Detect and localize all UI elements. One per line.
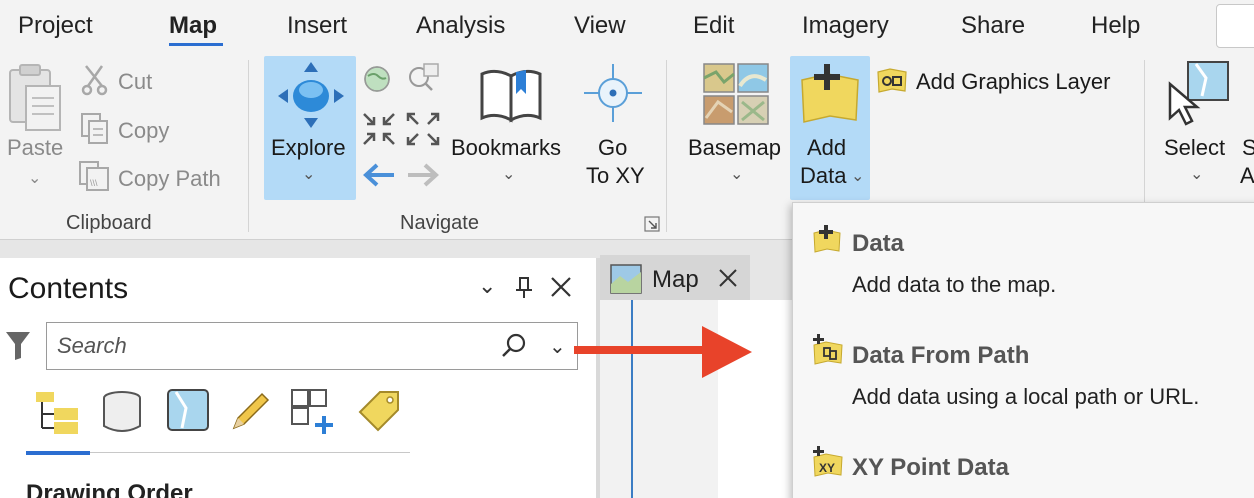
menu-item-xy-point-data[interactable]: XY Point Data [852,454,1009,482]
basemap-chevron-icon[interactable]: ⌄ [730,164,743,184]
fixed-zoom-out-icon[interactable] [406,112,440,146]
pane-options-chevron-icon[interactable]: ⌄ [478,273,496,299]
menu-item-data[interactable]: Data [852,230,904,258]
copy-button[interactable]: Copy [118,118,169,144]
select-by-attributes-partial-label[interactable]: S [1242,135,1254,161]
add-graphics-layer-button[interactable]: Add Graphics Layer [916,69,1110,95]
navigate-group-label: Navigate [400,212,479,234]
paste-chevron-icon[interactable]: ⌄ [28,168,41,188]
tab-view[interactable]: View [574,12,626,40]
add-data-chevron-icon[interactable]: ⌄ [851,166,864,186]
paste-button[interactable]: Paste [7,135,63,161]
paste-icon [9,64,61,131]
menu-bar: Project Map Insert Analysis View Edit Im… [0,0,1254,56]
svg-text:XY: XY [819,461,835,475]
search-options-chevron-icon[interactable]: ⌄ [549,334,566,359]
close-map-tab-icon[interactable] [718,268,738,288]
annotation-arrow-shaft [574,346,708,354]
list-by-data-source-icon[interactable] [100,390,144,434]
list-by-selection-icon[interactable] [166,388,210,434]
cut-icon [81,65,108,96]
map-tab-icon [610,264,642,294]
list-by-snapping-icon[interactable] [290,388,338,436]
close-pane-icon[interactable] [550,276,572,298]
data-icon [813,225,841,253]
command-search-box[interactable] [1216,4,1254,48]
select-icon [1168,61,1229,126]
dialog-launcher-icon[interactable] [644,216,660,232]
tab-map[interactable]: Map [169,12,217,40]
list-by-labeling-icon[interactable] [356,388,402,434]
active-tab-indicator [169,43,223,46]
tab-insert[interactable]: Insert [287,12,347,40]
pin-icon[interactable] [514,276,534,300]
filter-icon[interactable] [4,330,32,362]
tab-help[interactable]: Help [1091,12,1140,40]
tab-analysis[interactable]: Analysis [416,12,505,40]
contents-search-input[interactable] [57,331,487,361]
svg-text:\\\: \\\ [90,178,98,188]
fixed-zoom-in-icon[interactable] [362,112,396,146]
contents-search-field[interactable] [46,322,578,370]
menu-item-data-from-path-description: Add data using a local path or URL. [852,384,1200,409]
zoom-to-selected-icon[interactable] [406,62,440,94]
map-tab-label: Map [652,266,699,293]
map-frame-line [631,300,633,498]
menu-item-data-from-path[interactable]: Data From Path [852,342,1029,370]
add-data-icon [801,64,859,123]
tab-edit[interactable]: Edit [693,12,734,40]
ribbon-separator [666,60,667,232]
go-to-xy-icon [584,64,642,122]
search-icon[interactable] [500,332,528,360]
contents-title: Contents [8,272,129,305]
next-extent-icon[interactable] [406,160,440,190]
select-button[interactable]: Select [1164,135,1225,161]
copy-path-icon: \\\ [79,161,109,191]
explore-chevron-icon[interactable]: ⌄ [302,164,315,184]
list-by-drawing-order-icon[interactable] [34,390,82,436]
cut-button[interactable]: Cut [118,69,152,95]
ribbon-separator [248,60,249,232]
add-data-label-line1: Add [807,135,847,160]
drawing-order-heading: Drawing Order [26,480,193,498]
tab-project[interactable]: Project [18,12,93,40]
tab-share[interactable]: Share [961,12,1025,40]
map-canvas-edge [600,300,718,498]
menu-item-data-description: Add data to the map. [852,272,1057,297]
annotation-arrow-head [702,326,752,378]
copy-path-button[interactable]: Copy Path [118,166,221,192]
add-data-label-line2: Data [800,163,847,188]
explore-label: Explore [271,135,346,160]
explore-icon [278,62,344,128]
data-from-path-icon [813,334,843,365]
tab-imagery[interactable]: Imagery [802,12,889,40]
add-graphics-layer-icon [877,68,907,93]
select-by-attributes-partial-label-2[interactable]: A [1240,163,1254,189]
bookmarks-icon [480,69,542,123]
basemap-icon [703,63,769,125]
basemap-button[interactable]: Basemap [688,135,781,161]
bookmarks-button[interactable]: Bookmarks [451,135,561,161]
select-chevron-icon[interactable]: ⌄ [1190,164,1203,184]
xy-point-data-icon: XY [813,446,843,477]
go-to-xy-label-line1[interactable]: Go [598,135,627,161]
active-view-tab-indicator [26,451,90,455]
go-to-xy-label-line2[interactable]: To XY [586,163,645,189]
previous-extent-icon[interactable] [362,160,396,190]
bookmarks-chevron-icon[interactable]: ⌄ [502,164,515,184]
copy-icon [81,113,108,144]
full-extent-icon[interactable] [362,64,392,94]
list-by-editing-icon[interactable] [228,390,272,434]
clipboard-group-label: Clipboard [66,212,152,234]
